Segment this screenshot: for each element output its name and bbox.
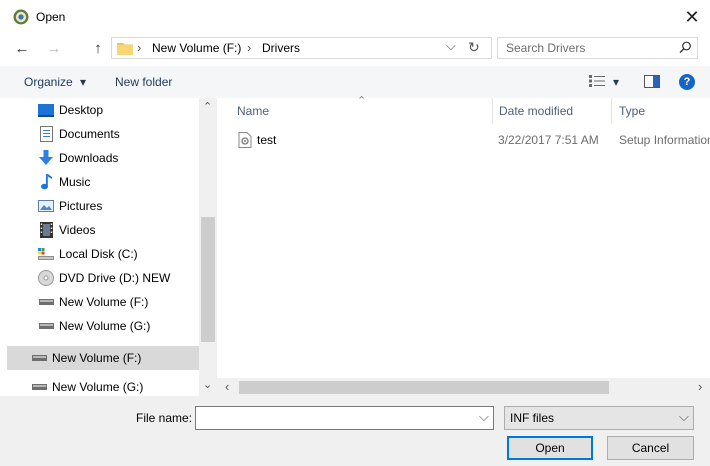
- sidebar-item-label: New Volume (G:): [52, 380, 144, 394]
- up-button[interactable]: ↑: [87, 37, 109, 59]
- file-type-select[interactable]: INF files ⌵: [504, 406, 694, 430]
- sidebar-item-label: Desktop: [59, 103, 104, 117]
- new-folder-button[interactable]: New folder: [115, 75, 172, 89]
- sidebar-item-label: Local Disk (C:): [59, 247, 138, 261]
- organize-label: Organize: [24, 75, 73, 89]
- column-divider[interactable]: [611, 98, 612, 124]
- date-modified-cell: 3/22/2017 7:51 AM: [498, 133, 599, 147]
- title-bar: [0, 0, 710, 34]
- search-icon[interactable]: [679, 41, 692, 57]
- scroll-up-icon[interactable]: ⌃: [203, 100, 212, 113]
- scroll-right-icon[interactable]: ›: [698, 379, 702, 394]
- column-divider[interactable]: [492, 98, 493, 124]
- sidebar-item-music[interactable]: Music: [0, 170, 199, 194]
- address-bar[interactable]: › New Volume (F:) › Drivers ⌵ ↻: [111, 37, 492, 59]
- chevron-down-icon: ▾: [613, 75, 620, 89]
- sidebar-item-downloads[interactable]: Downloads: [0, 146, 199, 170]
- sidebar-item-label: Pictures: [59, 199, 103, 213]
- file-name-label: File name:: [136, 411, 193, 425]
- column-header-label: Name: [237, 104, 270, 118]
- sidebar-item-local-disk-c[interactable]: Local Disk (C:): [0, 242, 199, 266]
- scroll-left-icon[interactable]: ‹: [225, 379, 229, 394]
- organize-button[interactable]: Organize ▾: [24, 75, 86, 89]
- sidebar-item-label: New Volume (G:): [59, 319, 151, 333]
- column-header-date-modified[interactable]: Date modified: [499, 98, 611, 124]
- pictures-icon: [38, 198, 54, 214]
- preview-pane-icon: [644, 75, 660, 91]
- refresh-icon[interactable]: ↻: [468, 39, 480, 56]
- sidebar-item-label: New Volume (F:): [59, 295, 149, 309]
- column-header-name[interactable]: Name: [237, 98, 492, 124]
- drive-icon: [38, 294, 54, 310]
- sidebar-item-pictures[interactable]: Pictures: [0, 194, 199, 218]
- change-view-button[interactable]: ▾: [589, 74, 627, 90]
- search-box[interactable]: [497, 37, 698, 59]
- address-dropdown-icon[interactable]: ⌵: [446, 38, 456, 54]
- file-type-value: INF files: [510, 411, 555, 425]
- dvd-drive-icon: [38, 270, 54, 286]
- sidebar-item-videos[interactable]: Videos: [0, 218, 199, 242]
- file-name-cell: test: [257, 133, 277, 147]
- file-name-input[interactable]: [200, 410, 470, 424]
- column-header-label: Type: [619, 104, 646, 118]
- up-arrow-icon: ↑: [94, 39, 102, 57]
- sidebar-item-new-volume-f[interactable]: New Volume (F:): [0, 290, 199, 314]
- forward-button[interactable]: →: [43, 37, 65, 59]
- sidebar-item-label: New Volume (F:): [52, 351, 142, 365]
- search-input[interactable]: [506, 41, 676, 55]
- documents-icon: [38, 126, 54, 142]
- help-icon: ?: [683, 76, 691, 88]
- column-header-type[interactable]: Type: [619, 98, 710, 124]
- chevron-down-icon: ⌵: [679, 409, 689, 424]
- drive-icon: [31, 350, 47, 366]
- sidebar-item-desktop[interactable]: Desktop: [0, 98, 199, 122]
- breadcrumb-item-new-volume[interactable]: New Volume (F:): [152, 41, 241, 55]
- sidebar-item-dvd-drive-d[interactable]: DVD Drive (D:) NEW: [0, 266, 199, 290]
- sidebar-item-label: Videos: [59, 223, 96, 237]
- breadcrumb-item-drivers[interactable]: Drivers: [262, 41, 300, 55]
- downloads-icon: [38, 150, 54, 166]
- view-details-icon: [589, 74, 605, 90]
- videos-icon: [38, 222, 54, 238]
- file-name-field[interactable]: ⌵: [195, 406, 494, 430]
- close-button[interactable]: ✕: [678, 4, 706, 30]
- window-title: Open: [36, 10, 66, 24]
- chevron-down-icon: ▾: [80, 75, 87, 89]
- back-button[interactable]: ←: [11, 37, 33, 59]
- sidebar-item-new-volume-g-partial[interactable]: New Volume (G:): [7, 378, 199, 396]
- sidebar-item-label: Music: [59, 175, 91, 189]
- breadcrumb-separator-icon: ›: [247, 40, 252, 55]
- column-header-label: Date modified: [499, 104, 574, 118]
- local-disk-icon: [38, 246, 54, 262]
- close-icon: ✕: [684, 6, 700, 27]
- cancel-button[interactable]: Cancel: [607, 436, 694, 460]
- help-button[interactable]: ?: [679, 74, 695, 90]
- file-list-scrollbar-thumb[interactable]: [239, 381, 609, 394]
- type-cell: Setup Information: [619, 133, 710, 147]
- open-button[interactable]: Open: [507, 436, 593, 460]
- drive-icon: [31, 379, 47, 395]
- back-arrow-icon: ←: [14, 39, 30, 57]
- app-icon: [13, 9, 29, 25]
- setup-file-icon: [237, 132, 253, 151]
- sidebar-scrollbar-thumb[interactable]: [201, 217, 215, 342]
- drive-icon: [38, 318, 54, 334]
- chevron-down-icon[interactable]: ⌵: [479, 409, 489, 425]
- music-icon: [38, 174, 54, 190]
- desktop-icon: [38, 102, 54, 118]
- sidebar-item-label: DVD Drive (D:) NEW: [59, 271, 171, 285]
- sidebar-item-new-volume-g[interactable]: New Volume (G:): [0, 314, 199, 338]
- sidebar-item-label: Documents: [59, 127, 120, 141]
- file-list: ⌃ Name Date modified Type test 3/22/2017…: [217, 95, 710, 378]
- breadcrumb-separator-icon: ›: [137, 40, 142, 55]
- scroll-down-icon[interactable]: ⌄: [203, 378, 212, 391]
- sidebar-item-label: Downloads: [59, 151, 119, 165]
- folder-icon: [117, 41, 133, 58]
- sidebar-item-documents[interactable]: Documents: [0, 122, 199, 146]
- sidebar-item-new-volume-f-selected[interactable]: New Volume (F:): [7, 346, 199, 370]
- table-row[interactable]: test 3/22/2017 7:51 AM Setup Information: [235, 129, 710, 151]
- preview-pane-button[interactable]: [644, 75, 660, 91]
- forward-arrow-icon: →: [46, 39, 62, 57]
